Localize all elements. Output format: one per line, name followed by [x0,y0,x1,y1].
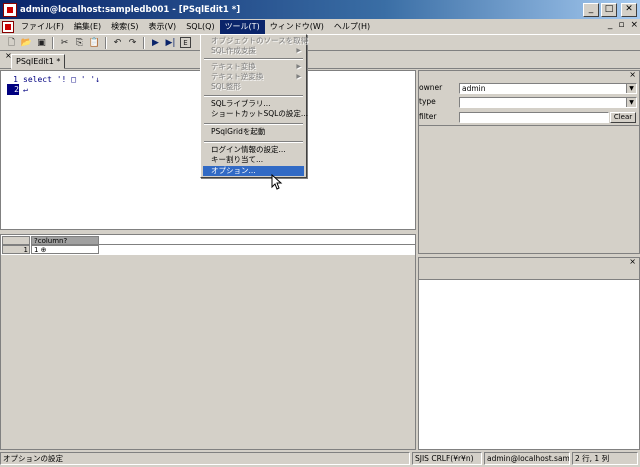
status-connection: admin@localhost.sample [484,452,570,465]
document-icon[interactable] [2,20,14,33]
menu-item-options[interactable]: オプション... [203,166,304,176]
chevron-down-icon[interactable]: ▼ [626,84,636,93]
status-bar: オプションの設定 SJIS CRLF(¥r¥n) admin@localhost… [0,452,640,467]
redo-icon[interactable]: ↷ [125,36,140,50]
object-browser-panel: × owner admin ▼ type ▼ filter Clear [418,70,640,254]
undo-icon[interactable]: ↶ [110,36,125,50]
menu-item-get-source[interactable]: オブジェクトのソースを取得 [203,36,308,46]
grid-header-line [99,236,415,245]
column-header[interactable]: ?column? [31,236,99,245]
cut-icon[interactable]: ✂ [57,36,72,50]
new-icon[interactable]: 🗋 [4,36,19,50]
type-label: type [419,97,436,106]
copy-icon[interactable]: ⎘ [72,36,87,50]
mdi-close-button[interactable]: × [630,20,638,30]
status-position: 2 行, 1 列 [572,452,638,465]
title-bar: admin@localhost:sampledb001 - [PSqlEdit1… [0,0,640,19]
status-encoding: SJIS CRLF(¥r¥n) [412,452,482,465]
bottom-right-panel: × [418,257,640,450]
toolbar-separator [52,36,54,49]
clear-button[interactable]: Clear [610,112,636,123]
menu-view[interactable]: 表示(V) [143,20,181,34]
menu-item-sql-library[interactable]: SQLライブラリ... [203,99,304,109]
tools-menu: オブジェクトのソースを取得 SQL作成支援 ▶ テキスト変換 ▶ テキスト逆変換 ▶ … [200,34,308,178]
result-grid[interactable]: ?column? 1 1 ⊕ [0,234,416,450]
line-code: ↵ [23,85,28,94]
object-list[interactable] [419,125,639,253]
run-icon[interactable]: ▶ [148,36,163,50]
menu-bar: ファイル(F) 編集(E) 検索(S) 表示(V) SQL(Q) ツール(T) … [0,19,640,35]
mouse-cursor-icon [271,174,283,190]
menu-separator [204,58,303,60]
line-number: 2 [7,84,19,95]
menu-window[interactable]: ウィンドウ(W) [265,20,329,34]
menu-item-text-convert[interactable]: テキスト変換 ▶ [203,62,304,72]
filter-input[interactable] [459,112,609,123]
toolbar: 🗋 📂 ▣ ✂ ⎘ 📋 ↶ ↷ ▶ ▶| E [0,35,640,51]
owner-value: admin [462,84,486,93]
menu-item-sql-format[interactable]: SQL整形 [203,82,304,92]
maximize-button[interactable]: □ [601,2,617,17]
menu-item-sql-assist[interactable]: SQL作成支援 ▶ [203,46,304,56]
menu-help[interactable]: ヘルプ(H) [329,20,375,34]
menu-item-key-binding[interactable]: キー割り当て... [203,155,304,165]
open-icon[interactable]: 📂 [19,36,34,50]
type-select[interactable]: ▼ [459,97,637,108]
menu-search[interactable]: 検索(S) [106,20,143,34]
submenu-arrow-icon: ▶ [296,73,301,80]
row-header[interactable]: 1 [2,245,30,254]
submenu-arrow-icon: ▶ [296,63,301,70]
owner-select[interactable]: admin ▼ [459,83,637,94]
chevron-down-icon[interactable]: ▼ [626,98,636,107]
menu-tools[interactable]: ツール(T) [219,19,265,34]
panel-close-icon[interactable]: × [629,257,636,266]
status-message: オプションの設定 [0,452,410,465]
menu-item-login-settings[interactable]: ログイン情報の設定... [203,145,304,155]
toolbar-separator [105,36,107,49]
menu-edit[interactable]: 編集(E) [69,20,106,34]
explain-icon[interactable]: E [180,37,191,48]
menu-separator [204,95,303,97]
owner-label: owner [419,83,443,92]
filter-label: filter [419,112,437,121]
panel-body[interactable] [419,279,639,449]
panel-close-icon[interactable]: × [629,70,636,79]
submenu-arrow-icon: ▶ [296,47,301,54]
menu-separator [204,141,303,143]
mdi-restore-button[interactable]: ▫ [618,20,624,30]
menu-item-shortcut-sql[interactable]: ショートカットSQLの設定... [203,109,308,119]
tab-psqledit1[interactable]: PSqlEdit1 * [11,54,66,69]
save-icon[interactable]: ▣ [34,36,49,50]
mdi-minimize-button[interactable]: _ [608,20,613,30]
grid-cell[interactable]: 1 ⊕ [31,245,99,254]
menu-separator [204,123,303,125]
app-icon[interactable] [3,2,17,17]
menu-item-text-reverse[interactable]: テキスト逆変換 ▶ [203,72,304,82]
window-title: admin@localhost:sampledb001 - [PSqlEdit1… [20,4,241,15]
menu-item-psqlgrid[interactable]: PSqlGridを起動 [203,127,304,137]
toolbar-separator [143,36,145,49]
close-button[interactable]: ✕ [621,2,637,17]
menu-sql[interactable]: SQL(Q) [181,20,219,34]
paste-icon[interactable]: 📋 [87,36,102,50]
grid-corner[interactable] [2,236,30,245]
minimize-button[interactable]: _ [583,2,599,17]
menu-file[interactable]: ファイル(F) [16,20,69,34]
tab-strip: × PSqlEdit1 * [0,51,640,69]
run-step-icon[interactable]: ▶| [163,36,178,50]
